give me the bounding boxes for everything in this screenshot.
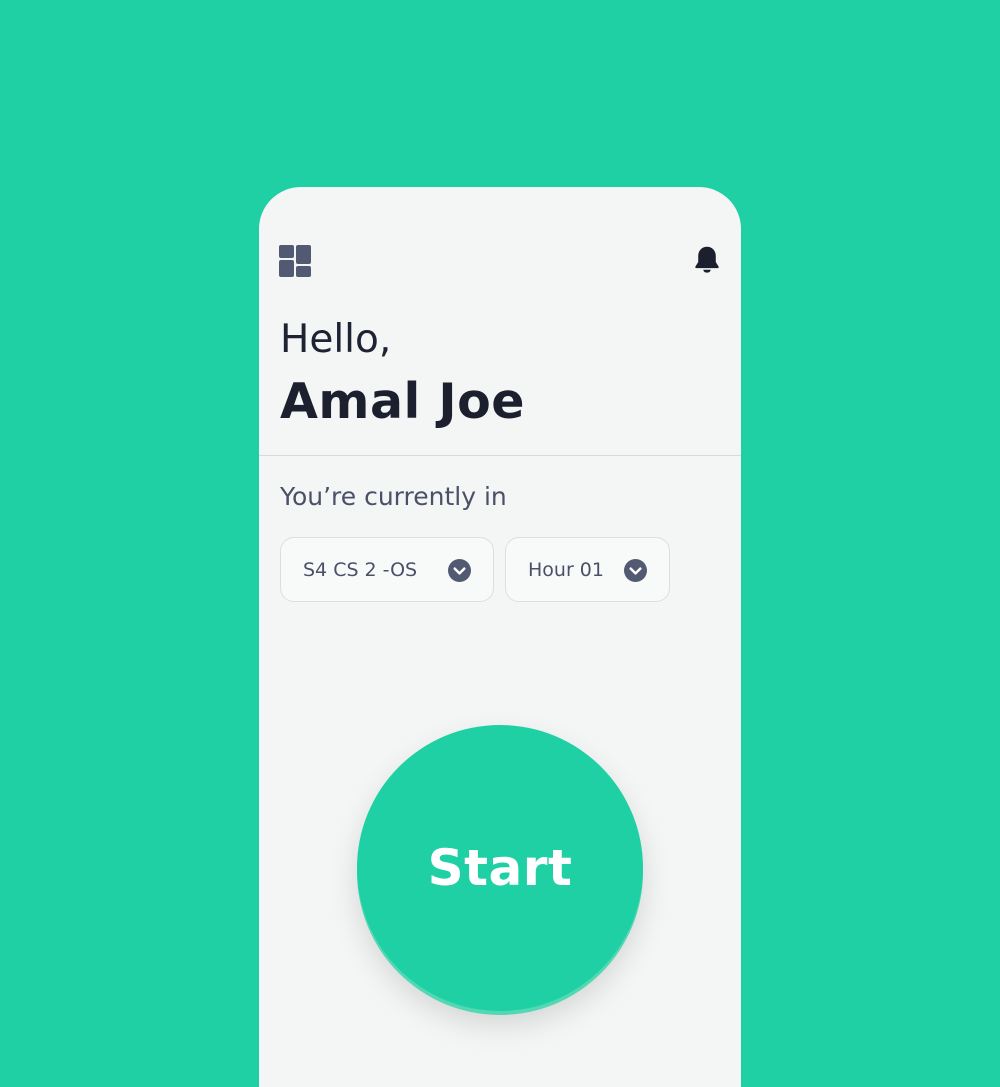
- start-button-label: Start: [427, 839, 573, 897]
- class-select[interactable]: S4 CS 2 -OS: [280, 537, 494, 602]
- class-select-value: S4 CS 2 -OS: [303, 558, 418, 581]
- divider: [259, 455, 741, 456]
- start-button[interactable]: Start: [357, 725, 643, 1011]
- app-screen: Hello, Amal Joe You’re currently in S4 C…: [259, 187, 741, 1087]
- current-session-label: You’re currently in: [280, 482, 507, 511]
- chevron-down-icon: [448, 559, 471, 582]
- bell-icon[interactable]: [693, 245, 721, 275]
- dashboard-grid-icon[interactable]: [279, 245, 311, 277]
- greeting-text: Hello,: [280, 317, 392, 362]
- chevron-down-icon: [624, 559, 647, 582]
- user-name: Amal Joe: [280, 373, 526, 430]
- hour-select-value: Hour 01: [528, 558, 604, 581]
- hour-select[interactable]: Hour 01: [505, 537, 670, 602]
